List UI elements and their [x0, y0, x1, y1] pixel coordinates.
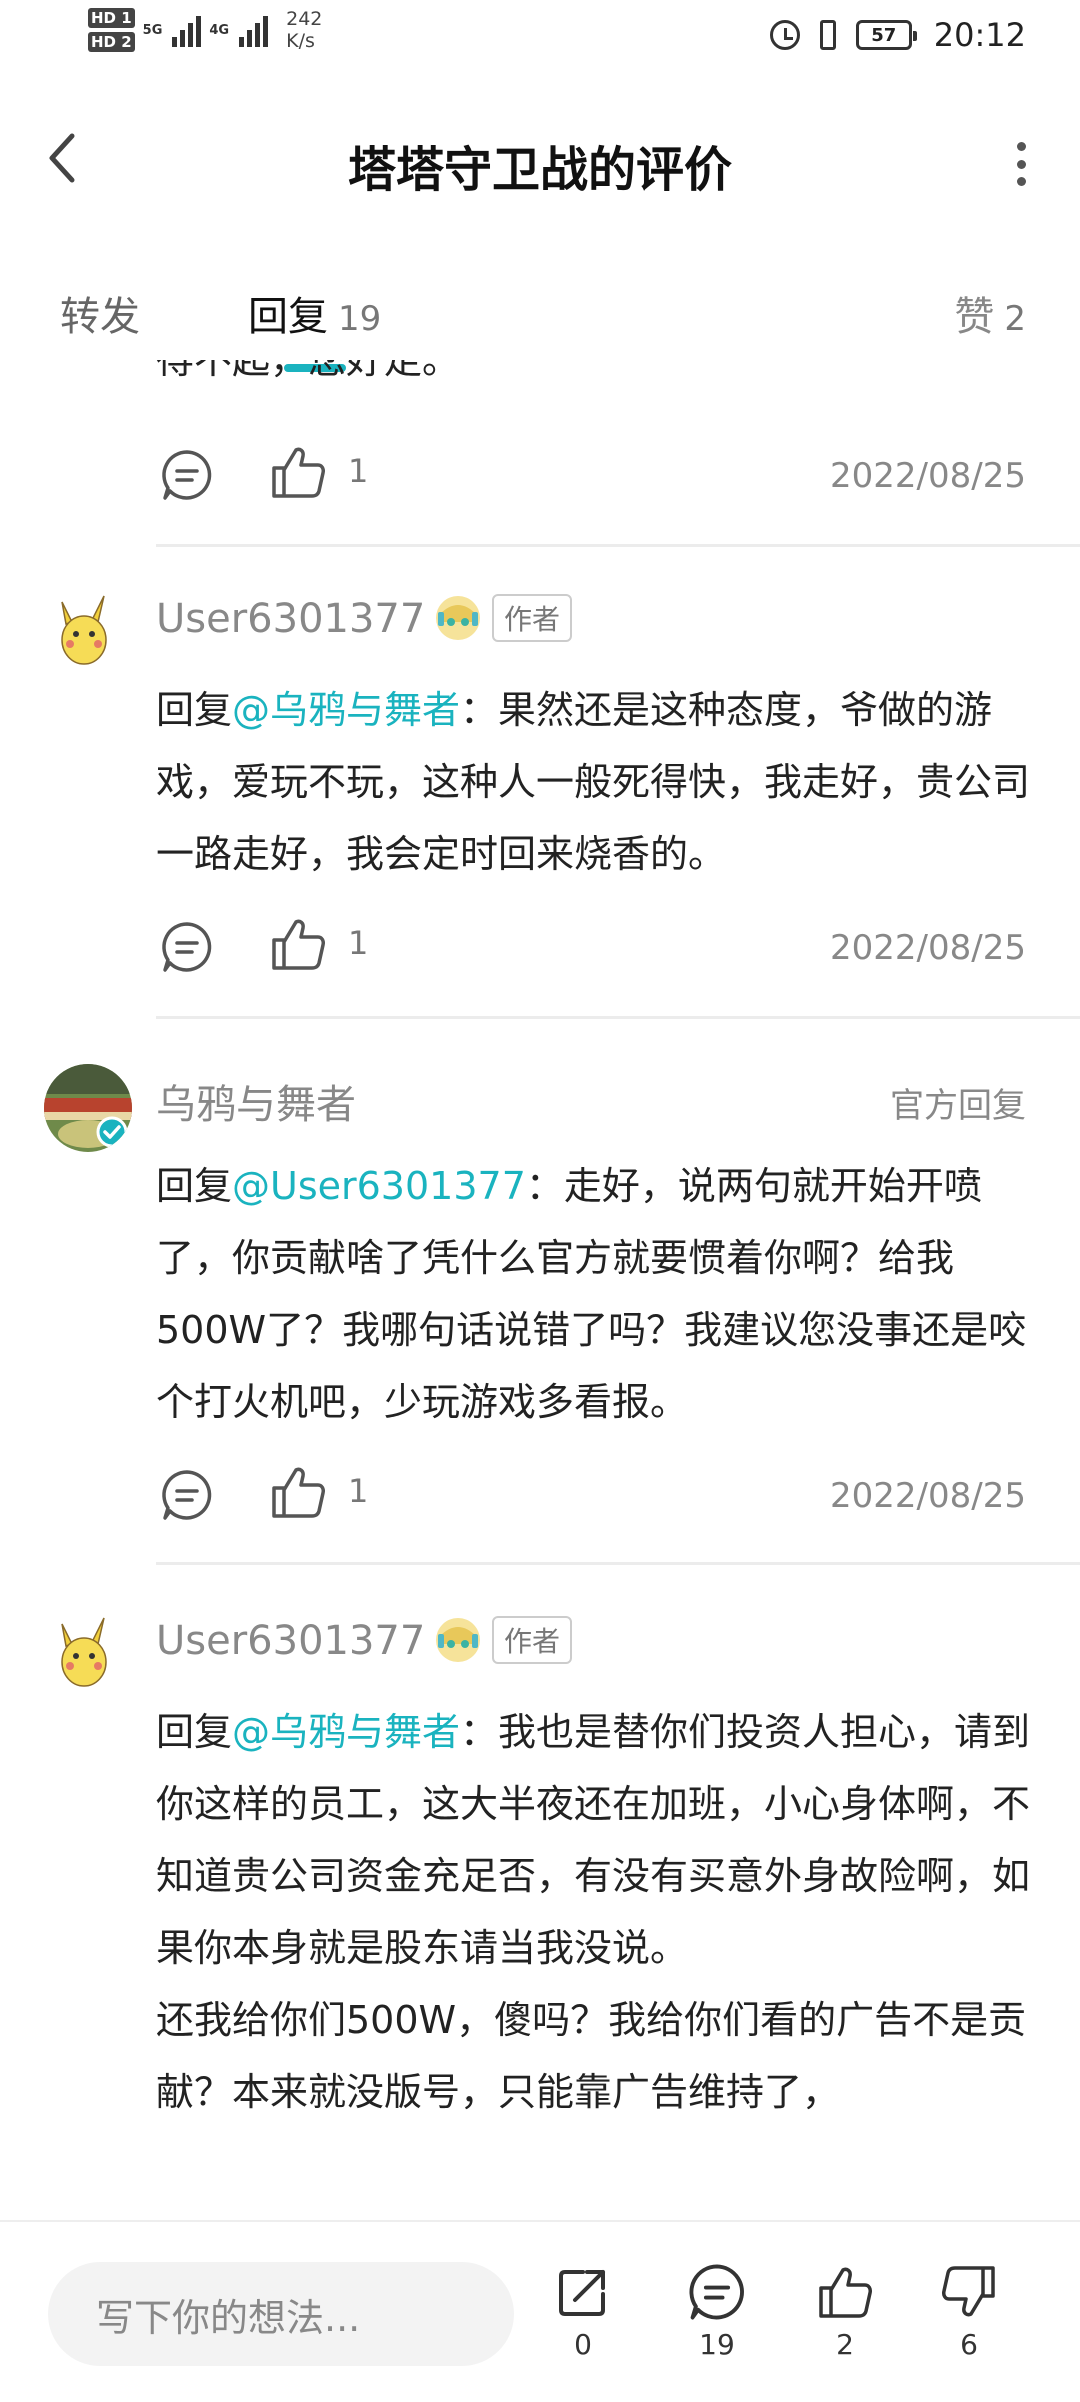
status-right: 57 20:12 — [769, 16, 1026, 54]
tab-reply-count: 19 — [338, 299, 382, 339]
network-label-1: 5G — [142, 22, 163, 38]
comment-body: 回复@乌鸦与舞者：我也是替你们投资人担心，请到你这样的员工，这大半夜还在加班，小… — [156, 1710, 1031, 2114]
comment-fragment-text: 得不起，您好走。 — [156, 360, 461, 382]
like-count: 1 — [348, 924, 369, 962]
pikachu-avatar-image — [44, 588, 132, 676]
author-badge-row: 作者 — [434, 594, 573, 642]
comments-button[interactable]: 19 — [672, 2262, 762, 2361]
mention-link[interactable]: @乌鸦与舞者 — [232, 688, 460, 732]
dislikes-count: 6 — [960, 2328, 978, 2361]
like-icon[interactable] — [268, 914, 328, 974]
mention-link[interactable]: @User6301377 — [232, 1164, 526, 1208]
dislike-icon — [942, 2266, 995, 2317]
verified-icon — [96, 1116, 128, 1148]
username[interactable]: User6301377 — [156, 596, 425, 642]
tab-forward[interactable]: 转发 — [60, 284, 140, 342]
more-button[interactable] — [1006, 134, 1036, 194]
comment-date: 2022/08/25 — [830, 1476, 1026, 1516]
share-count: 0 — [574, 2328, 592, 2361]
top-app-bar: 塔塔守卫战的评价 — [0, 100, 1080, 220]
like-button[interactable]: 2 — [800, 2262, 890, 2361]
status-time: 20:12 — [933, 16, 1026, 54]
comments-count: 19 — [699, 2328, 735, 2361]
mention-link[interactable]: @乌鸦与舞者 — [232, 1710, 460, 1754]
signal-icon — [172, 13, 202, 47]
divider — [156, 1562, 1080, 1565]
comment-actions: 1 2022/08/25 — [156, 912, 1026, 982]
username[interactable]: 乌鸦与舞者 — [156, 1072, 356, 1130]
vibrate-icon — [819, 20, 836, 50]
author-tag: 作者 — [492, 594, 573, 642]
reply-list: 得不起，您好走。 1 2022/08/25 User6301377 作者 回复@… — [0, 360, 1080, 2220]
battery-level: 57 — [871, 24, 897, 46]
tab-reply[interactable]: 回复 19 — [248, 284, 381, 342]
comment-input[interactable]: 写下你的想法... — [48, 2262, 514, 2366]
hd-badges: HD 1 HD 2 — [88, 8, 135, 52]
pikachu-avatar-image — [44, 1610, 132, 1698]
avatar[interactable] — [44, 1064, 132, 1152]
battery-icon: 57 — [855, 20, 917, 50]
likes-count: 2 — [836, 2328, 854, 2361]
tab-bar: 转发 回复 19 赞2 — [0, 270, 1080, 360]
game-icon — [436, 596, 480, 640]
comment-body: 回复@乌鸦与舞者：果然还是这种态度，爷做的游戏，爱玩不玩，这种人一般死得快，我走… — [156, 688, 1031, 876]
comment-icon — [689, 2264, 744, 2320]
comment-input-placeholder: 写下你的想法... — [96, 2295, 361, 2340]
like-count: 1 — [348, 1472, 369, 1510]
comment-body: 回复@User6301377：走好，说两句就开始开喷了，你贡献啥了凭什么官方就要… — [156, 1164, 1027, 1424]
network-speed: 242 K/s — [286, 8, 323, 52]
like-icon[interactable] — [268, 1462, 328, 1522]
status-left: HD 1 HD 2 5G 4G 242 K/s — [88, 8, 322, 52]
tab-likes-count: 2 — [1004, 299, 1026, 339]
comment-date: 2022/08/25 — [830, 456, 1026, 496]
network-label-2: 4G — [209, 22, 230, 38]
bottom-action-bar: 写下你的想法... 0 19 2 6 — [0, 2220, 1080, 2402]
signal-icon-2 — [239, 13, 269, 47]
share-button[interactable]: 0 — [538, 2262, 628, 2361]
comment-icon[interactable] — [160, 1468, 214, 1522]
comment-actions: 1 2022/08/25 — [156, 1460, 1026, 1530]
comment-icon[interactable] — [160, 920, 214, 974]
page-title: 塔塔守卫战的评价 — [347, 142, 732, 198]
avatar[interactable] — [44, 1610, 132, 1698]
comment-actions: 1 2022/08/25 — [156, 440, 1026, 510]
official-reply-label: 官方回复 — [890, 1086, 1026, 1126]
alarm-icon — [769, 20, 800, 50]
comment-date: 2022/08/25 — [830, 928, 1026, 968]
share-icon — [559, 2270, 605, 2316]
comment-icon[interactable] — [160, 448, 214, 502]
username[interactable]: User6301377 — [156, 1618, 425, 1664]
comment-body-continued: 还我给你们500W，傻吗？我给你们看的广告不是贡献？本来就没版号，只能靠广告维持… — [156, 1998, 1027, 2114]
tab-likes[interactable]: 赞2 — [954, 284, 1026, 342]
author-tag: 作者 — [492, 1616, 573, 1664]
author-badge-row: 作者 — [434, 1616, 573, 1664]
game-icon — [436, 1618, 480, 1662]
status-bar: HD 1 HD 2 5G 4G 242 K/s 57 20:12 — [0, 0, 1080, 80]
like-icon — [819, 2267, 872, 2318]
divider — [156, 544, 1080, 547]
like-count: 1 — [348, 452, 369, 490]
divider — [156, 1016, 1080, 1019]
avatar[interactable] — [44, 588, 132, 676]
like-icon[interactable] — [268, 442, 328, 502]
dislike-button[interactable]: 6 — [924, 2262, 1014, 2361]
